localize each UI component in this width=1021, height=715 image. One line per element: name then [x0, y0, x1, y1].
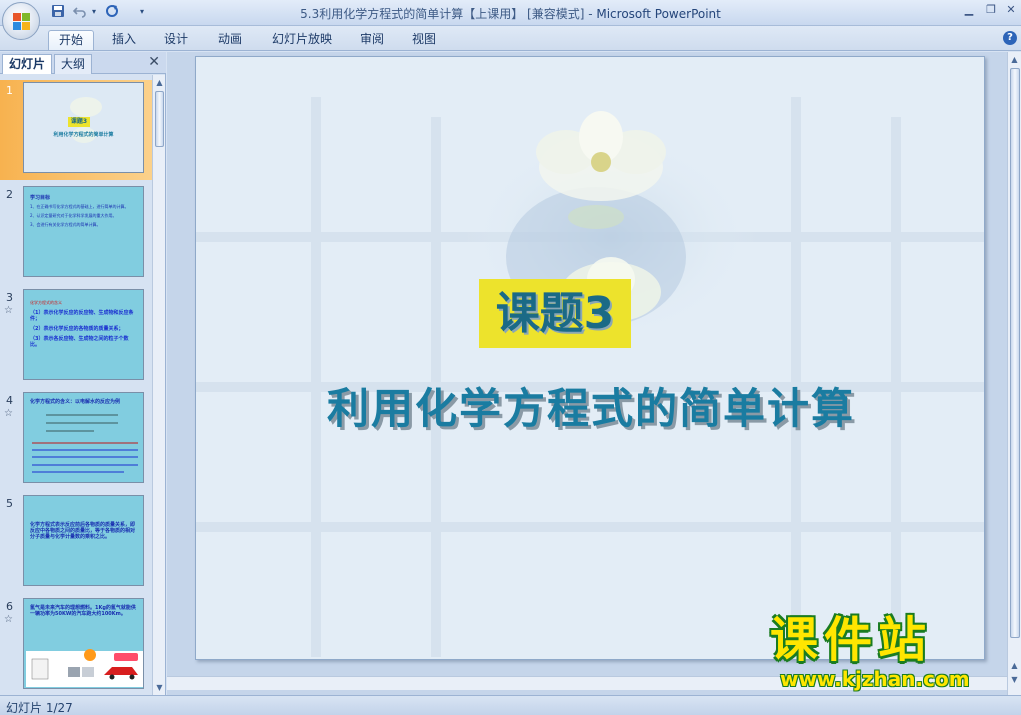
thumb-line: （2）表示化学反应的各物质的质量关系；	[30, 326, 124, 332]
tab-animation[interactable]: 动画	[210, 30, 250, 50]
slide-editing-area: 课题3 利用化学方程式的简单计算	[167, 52, 1007, 695]
window-title: 5.3利用化学方程式的简单计算【上课用】 [兼容模式] - Microsoft …	[0, 5, 1021, 22]
animation-star-icon: ☆	[4, 305, 13, 316]
previous-slide-icon[interactable]: ▲	[1009, 660, 1020, 671]
tab-slides[interactable]: 幻灯片	[2, 54, 53, 74]
status-bar: 幻灯片 1/27	[0, 695, 1021, 715]
window-title-app: Microsoft PowerPoint	[596, 7, 721, 21]
slide-thumb-4[interactable]: 4 ☆ 化学方程式的含义：以电解水的反应为例	[0, 390, 152, 490]
thumbnail-image: 氢气是未来汽车的理想燃料。1Kg的氢气就能供一辆功率为50KW的汽车跑大约100…	[23, 598, 144, 689]
thumb-heading: 学习目标	[30, 195, 51, 201]
ribbon-tabs: 开始 插入 设计 动画 幻灯片放映 审阅 视图 ?	[0, 26, 1021, 51]
thumbnail-image: 化学方程式表示反应前后各物质的质量关系，即反应中各物质之间的质量比，等于各物质的…	[23, 495, 144, 586]
next-slide-icon[interactable]: ▼	[1009, 674, 1020, 685]
tab-view[interactable]: 视图	[404, 30, 444, 50]
thumbnail-scrollbar[interactable]: ▲ ▼	[152, 75, 165, 695]
thumb-equation-icon	[32, 414, 138, 473]
slide-number: 4	[6, 394, 13, 407]
minimize-icon[interactable]: ▁	[962, 3, 976, 17]
pane-tabs: 幻灯片 大纲 ✕	[0, 52, 166, 74]
tab-review[interactable]: 审阅	[352, 30, 392, 50]
thumb-title: 利用化学方程式的简单计算	[53, 132, 114, 138]
lesson-badge[interactable]: 课题3	[479, 279, 631, 348]
slide-number: 1	[6, 84, 13, 97]
slides-pane: 幻灯片 大纲 ✕ 1 课题3 利用化学方程式的简单计算 2 学习目标 1、在正确…	[0, 52, 166, 695]
restore-icon[interactable]: ❐	[984, 3, 998, 17]
tab-outline[interactable]: 大纲	[54, 54, 93, 74]
thumb-line: 1、在正确书写化学方程式的基础上，进行简单的计算。	[30, 204, 129, 209]
close-icon[interactable]: ✕	[1004, 3, 1018, 17]
thumb-heading: 化学方程式的含义	[30, 300, 62, 305]
thumb-line: （3）表示各反应物、生成物之间的粒子个数比。	[30, 336, 129, 348]
scroll-up-icon[interactable]: ▲	[154, 77, 165, 88]
title-bar: ▾ ▾ 5.3利用化学方程式的简单计算【上课用】 [兼容模式] - Micros…	[0, 0, 1021, 26]
thumbnail-image: 化学方程式的含义：以电解水的反应为例	[23, 392, 144, 483]
current-slide[interactable]: 课题3 利用化学方程式的简单计算	[195, 56, 985, 660]
thumb-body: 化学方程式表示反应前后各物质的质量关系，即反应中各物质之间的质量比，等于各物质的…	[30, 522, 136, 540]
slide-thumb-2[interactable]: 2 学习目标 1、在正确书写化学方程式的基础上，进行简单的计算。 2、认识定量研…	[0, 184, 152, 284]
thumbnail-image: 课题3 利用化学方程式的简单计算	[23, 82, 144, 173]
slide-number: 5	[6, 497, 13, 510]
pane-close-icon[interactable]: ✕	[148, 54, 160, 70]
thumbnail-image: 学习目标 1、在正确书写化学方程式的基础上，进行简单的计算。 2、认识定量研究对…	[23, 186, 144, 277]
slide-thumb-5[interactable]: 5 化学方程式表示反应前后各物质的质量关系，即反应中各物质之间的质量比，等于各物…	[0, 493, 152, 593]
scrollbar-thumb[interactable]	[1010, 68, 1020, 638]
thumb-car-illustration-icon	[26, 649, 143, 687]
thumbnail-image: 化学方程式的含义 （1）表示化学反应的反应物、生成物和反应条件； （2）表示化学…	[23, 289, 144, 380]
office-button[interactable]	[2, 2, 40, 40]
thumb-badge: 课题3	[68, 117, 90, 127]
site-watermark: 课件站 www.kjzhan.com	[770, 615, 1010, 695]
thumb-line: （1）表示化学反应的反应物、生成物和反应条件；	[30, 310, 134, 322]
slide-title[interactable]: 利用化学方程式的简单计算	[196, 375, 984, 436]
tab-design[interactable]: 设计	[156, 30, 196, 50]
tab-insert[interactable]: 插入	[104, 30, 144, 50]
thumb-line: 3、会进行有关化学方程式的简单计算。	[30, 222, 101, 227]
thumb-flower-icon	[70, 97, 102, 143]
window-title-file: 5.3利用化学方程式的简单计算【上课用】 [兼容模式] -	[300, 7, 597, 21]
animation-star-icon: ☆	[4, 614, 13, 625]
slide-thumb-1[interactable]: 1 课题3 利用化学方程式的简单计算	[0, 80, 152, 180]
watermark-url: www.kjzhan.com	[780, 667, 970, 691]
scrollbar-thumb[interactable]	[155, 91, 164, 147]
slide-counter: 幻灯片 1/27	[6, 701, 73, 715]
slide-number: 2	[6, 188, 13, 201]
slide-thumbnails: 1 课题3 利用化学方程式的简单计算 2 学习目标 1、在正确书写化学方程式的基…	[0, 75, 152, 695]
thumb-line: 2、认识定量研究对于化学科学发展的重大作用。	[30, 213, 117, 218]
watermark-text: 课件站	[770, 612, 933, 668]
help-icon[interactable]: ?	[1003, 31, 1017, 45]
scroll-up-icon[interactable]: ▲	[1009, 54, 1020, 65]
tab-slideshow[interactable]: 幻灯片放映	[262, 30, 342, 50]
scroll-down-icon[interactable]: ▼	[154, 682, 165, 693]
slide-number: 6	[6, 600, 13, 613]
slide-thumb-6[interactable]: 6 ☆ 氢气是未来汽车的理想燃料。1Kg的氢气就能供一辆功率为50KW的汽车跑大…	[0, 596, 152, 695]
tab-home[interactable]: 开始	[48, 30, 94, 50]
office-logo-icon	[13, 13, 31, 31]
slide-background-image	[196, 57, 984, 659]
slide-thumb-3[interactable]: 3 ☆ 化学方程式的含义 （1）表示化学反应的反应物、生成物和反应条件； （2）…	[0, 287, 152, 387]
vertical-scrollbar[interactable]: ▲ ▲ ▼	[1007, 52, 1021, 695]
animation-star-icon: ☆	[4, 408, 13, 419]
slide-number: 3	[6, 291, 13, 304]
